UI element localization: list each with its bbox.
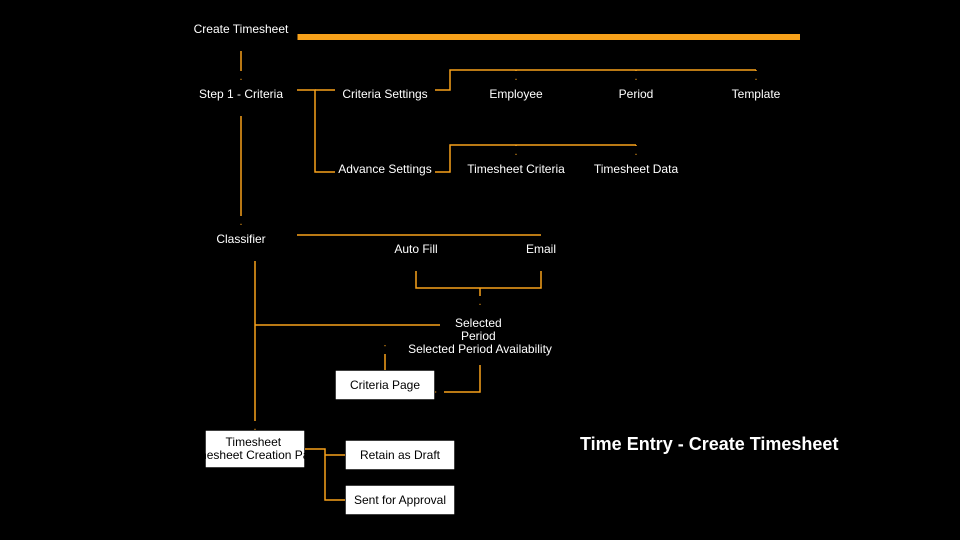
node-classifier: Classifier — [185, 225, 297, 261]
node-autofill: Auto Fill — [360, 235, 472, 271]
node-period: Period — [580, 80, 692, 116]
node-timesheet-criteria: Timesheet Criteria — [460, 155, 572, 191]
node-timesheet-data: Timesheet Data — [580, 155, 692, 191]
connectors: Yes No — [241, 51, 756, 500]
node-advance-settings: Advance Settings — [335, 155, 435, 191]
label: Period — [619, 87, 654, 101]
page-title: Time Entry - Create Timesheet — [580, 434, 838, 454]
node-criteria-settings: Criteria Settings — [335, 80, 435, 116]
node-employee: Employee — [460, 80, 572, 116]
label-yes: Yes — [420, 309, 440, 323]
label: Sent for Approval — [354, 493, 446, 507]
node-email: Email — [485, 235, 597, 271]
node-template: Template — [700, 80, 812, 116]
label-no: No — [485, 367, 501, 381]
node-criteria-page: Criteria Page — [335, 370, 435, 400]
label: Employee — [489, 87, 543, 101]
label: Criteria Page — [350, 378, 420, 392]
node-retain: Retain as Draft — [345, 440, 455, 470]
label: Auto Fill — [394, 242, 437, 256]
label: Email — [526, 242, 556, 256]
label: Step 1 - Criteria — [199, 87, 283, 101]
label: Criteria Settings — [342, 87, 427, 101]
node-create-page: Timesheet Timesheet Creation Page — [187, 430, 323, 468]
label: Timesheet Criteria — [467, 162, 565, 176]
node-sent: Sent for Approval — [345, 485, 455, 515]
node-step1: Step 1 - Criteria — [185, 80, 297, 116]
node-create-timesheet: Create Timesheet — [185, 15, 297, 51]
label: Create Timesheet — [194, 22, 289, 36]
label: Template — [732, 87, 781, 101]
label: Timesheet Data — [594, 162, 679, 176]
label: Advance Settings — [338, 162, 431, 176]
label: Classifier — [216, 232, 265, 246]
label: Retain as Draft — [360, 448, 441, 462]
